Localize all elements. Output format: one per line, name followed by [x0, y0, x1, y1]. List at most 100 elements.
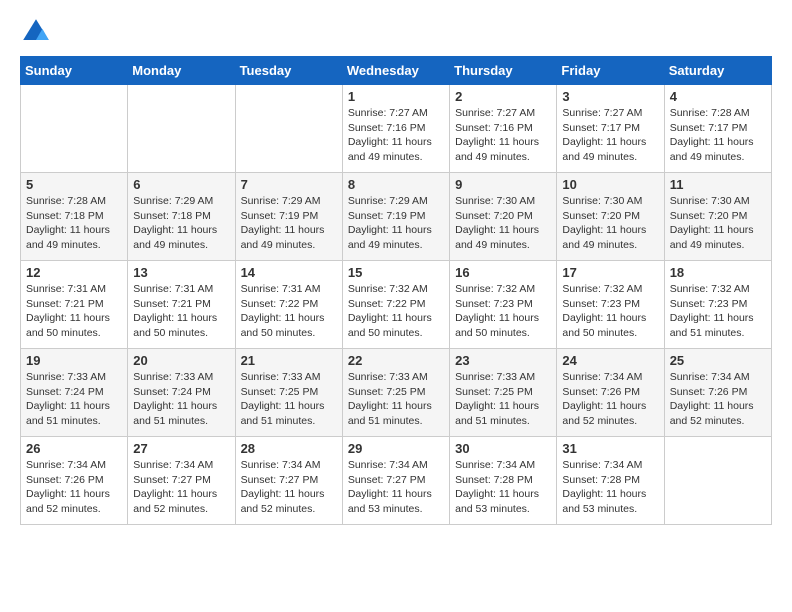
- calendar-cell: 3 Sunrise: 7:27 AM Sunset: 7:17 PM Daylig…: [557, 85, 664, 173]
- calendar-cell: 21 Sunrise: 7:33 AM Sunset: 7:25 PM Dayli…: [235, 349, 342, 437]
- calendar-cell: 10 Sunrise: 7:30 AM Sunset: 7:20 PM Dayli…: [557, 173, 664, 261]
- day-info: Sunrise: 7:31 AM Sunset: 7:21 PM Dayligh…: [26, 282, 122, 341]
- day-info: Sunrise: 7:33 AM Sunset: 7:25 PM Dayligh…: [455, 370, 551, 429]
- calendar-week-row: 1 Sunrise: 7:27 AM Sunset: 7:16 PM Daylig…: [21, 85, 772, 173]
- day-info: Sunrise: 7:34 AM Sunset: 7:26 PM Dayligh…: [670, 370, 766, 429]
- calendar-cell: 5 Sunrise: 7:28 AM Sunset: 7:18 PM Daylig…: [21, 173, 128, 261]
- page-header: [20, 16, 772, 48]
- day-info: Sunrise: 7:32 AM Sunset: 7:23 PM Dayligh…: [670, 282, 766, 341]
- day-info: Sunrise: 7:27 AM Sunset: 7:16 PM Dayligh…: [455, 106, 551, 165]
- day-number: 23: [455, 353, 551, 368]
- day-info: Sunrise: 7:34 AM Sunset: 7:26 PM Dayligh…: [26, 458, 122, 517]
- calendar-cell: 15 Sunrise: 7:32 AM Sunset: 7:22 PM Dayli…: [342, 261, 449, 349]
- calendar-cell: 11 Sunrise: 7:30 AM Sunset: 7:20 PM Dayli…: [664, 173, 771, 261]
- calendar-cell: 6Sunrise: 7:29 AM Sunset: 7:18 PM Daylig…: [128, 173, 235, 261]
- day-info: Sunrise: 7:27 AM Sunset: 7:17 PM Dayligh…: [562, 106, 658, 165]
- day-number: 20: [133, 353, 229, 368]
- day-number: 11: [670, 177, 766, 192]
- calendar-week-row: 26 Sunrise: 7:34 AM Sunset: 7:26 PM Dayli…: [21, 437, 772, 525]
- day-number: 29: [348, 441, 444, 456]
- day-number: 31: [562, 441, 658, 456]
- day-number: 16: [455, 265, 551, 280]
- day-info: Sunrise: 7:34 AM Sunset: 7:27 PM Dayligh…: [241, 458, 337, 517]
- day-info: Sunrise: 7:33 AM Sunset: 7:25 PM Dayligh…: [348, 370, 444, 429]
- day-number: 8: [348, 177, 444, 192]
- calendar-cell: 31 Sunrise: 7:34 AM Sunset: 7:28 PM Dayli…: [557, 437, 664, 525]
- day-number: 19: [26, 353, 122, 368]
- day-info: Sunrise: 7:28 AM Sunset: 7:17 PM Dayligh…: [670, 106, 766, 165]
- calendar-cell: 19 Sunrise: 7:33 AM Sunset: 7:24 PM Dayli…: [21, 349, 128, 437]
- calendar-cell: [235, 85, 342, 173]
- day-number: 10: [562, 177, 658, 192]
- day-number: 12: [26, 265, 122, 280]
- day-info: Sunrise: 7:32 AM Sunset: 7:23 PM Dayligh…: [455, 282, 551, 341]
- calendar-cell: 7Sunrise: 7:29 AM Sunset: 7:19 PM Daylig…: [235, 173, 342, 261]
- day-info: Sunrise: 7:34 AM Sunset: 7:27 PM Dayligh…: [348, 458, 444, 517]
- day-number: 25: [670, 353, 766, 368]
- day-number: 9: [455, 177, 551, 192]
- calendar-cell: 9 Sunrise: 7:30 AM Sunset: 7:20 PM Daylig…: [450, 173, 557, 261]
- day-number: 24: [562, 353, 658, 368]
- day-number: 21: [241, 353, 337, 368]
- day-number: 30: [455, 441, 551, 456]
- calendar-cell: 12 Sunrise: 7:31 AM Sunset: 7:21 PM Dayli…: [21, 261, 128, 349]
- day-info: Sunrise: 7:28 AM Sunset: 7:18 PM Dayligh…: [26, 194, 122, 253]
- day-header-monday: Monday: [128, 57, 235, 85]
- day-info: Sunrise: 7:32 AM Sunset: 7:22 PM Dayligh…: [348, 282, 444, 341]
- day-info: Sunrise: 7:33 AM Sunset: 7:24 PM Dayligh…: [26, 370, 122, 429]
- day-number: 3: [562, 89, 658, 104]
- day-info: Sunrise: 7:34 AM Sunset: 7:28 PM Dayligh…: [562, 458, 658, 517]
- calendar-cell: 13 Sunrise: 7:31 AM Sunset: 7:21 PM Dayli…: [128, 261, 235, 349]
- day-info: Sunrise: 7:34 AM Sunset: 7:26 PM Dayligh…: [562, 370, 658, 429]
- logo-icon: [20, 16, 52, 48]
- calendar-cell: 25 Sunrise: 7:34 AM Sunset: 7:26 PM Dayli…: [664, 349, 771, 437]
- day-number: 14: [241, 265, 337, 280]
- day-info: Sunrise: 7:33 AM Sunset: 7:24 PM Dayligh…: [133, 370, 229, 429]
- calendar-cell: 2Sunrise: 7:27 AM Sunset: 7:16 PM Daylig…: [450, 85, 557, 173]
- day-number: 1: [348, 89, 444, 104]
- calendar-cell: 1Sunrise: 7:27 AM Sunset: 7:16 PM Daylig…: [342, 85, 449, 173]
- calendar-cell: 17 Sunrise: 7:32 AM Sunset: 7:23 PM Dayli…: [557, 261, 664, 349]
- calendar-week-row: 12 Sunrise: 7:31 AM Sunset: 7:21 PM Dayli…: [21, 261, 772, 349]
- day-info: Sunrise: 7:34 AM Sunset: 7:27 PM Dayligh…: [133, 458, 229, 517]
- calendar-cell: 28Sunrise: 7:34 AM Sunset: 7:27 PM Dayli…: [235, 437, 342, 525]
- calendar-header-row: SundayMondayTuesdayWednesdayThursdayFrid…: [21, 57, 772, 85]
- day-info: Sunrise: 7:30 AM Sunset: 7:20 PM Dayligh…: [455, 194, 551, 253]
- day-header-tuesday: Tuesday: [235, 57, 342, 85]
- day-number: 7: [241, 177, 337, 192]
- calendar-cell: 4Sunrise: 7:28 AM Sunset: 7:17 PM Daylig…: [664, 85, 771, 173]
- day-number: 5: [26, 177, 122, 192]
- day-header-thursday: Thursday: [450, 57, 557, 85]
- day-number: 17: [562, 265, 658, 280]
- day-info: Sunrise: 7:30 AM Sunset: 7:20 PM Dayligh…: [562, 194, 658, 253]
- day-info: Sunrise: 7:29 AM Sunset: 7:18 PM Dayligh…: [133, 194, 229, 253]
- day-number: 15: [348, 265, 444, 280]
- calendar-cell: 16 Sunrise: 7:32 AM Sunset: 7:23 PM Dayli…: [450, 261, 557, 349]
- day-info: Sunrise: 7:29 AM Sunset: 7:19 PM Dayligh…: [348, 194, 444, 253]
- day-number: 26: [26, 441, 122, 456]
- day-header-sunday: Sunday: [21, 57, 128, 85]
- calendar-cell: 22Sunrise: 7:33 AM Sunset: 7:25 PM Dayli…: [342, 349, 449, 437]
- day-number: 27: [133, 441, 229, 456]
- calendar-cell: 26 Sunrise: 7:34 AM Sunset: 7:26 PM Dayli…: [21, 437, 128, 525]
- day-info: Sunrise: 7:31 AM Sunset: 7:22 PM Dayligh…: [241, 282, 337, 341]
- calendar-table: SundayMondayTuesdayWednesdayThursdayFrid…: [20, 56, 772, 525]
- day-number: 18: [670, 265, 766, 280]
- day-info: Sunrise: 7:32 AM Sunset: 7:23 PM Dayligh…: [562, 282, 658, 341]
- day-header-saturday: Saturday: [664, 57, 771, 85]
- calendar-cell: [21, 85, 128, 173]
- calendar-cell: 20 Sunrise: 7:33 AM Sunset: 7:24 PM Dayli…: [128, 349, 235, 437]
- logo: [20, 16, 56, 48]
- calendar-cell: 23 Sunrise: 7:33 AM Sunset: 7:25 PM Dayli…: [450, 349, 557, 437]
- day-header-wednesday: Wednesday: [342, 57, 449, 85]
- day-info: Sunrise: 7:34 AM Sunset: 7:28 PM Dayligh…: [455, 458, 551, 517]
- day-info: Sunrise: 7:33 AM Sunset: 7:25 PM Dayligh…: [241, 370, 337, 429]
- calendar-cell: 29 Sunrise: 7:34 AM Sunset: 7:27 PM Dayli…: [342, 437, 449, 525]
- calendar-cell: 8 Sunrise: 7:29 AM Sunset: 7:19 PM Daylig…: [342, 173, 449, 261]
- calendar-cell: [664, 437, 771, 525]
- day-info: Sunrise: 7:30 AM Sunset: 7:20 PM Dayligh…: [670, 194, 766, 253]
- calendar-cell: 14 Sunrise: 7:31 AM Sunset: 7:22 PM Dayli…: [235, 261, 342, 349]
- day-number: 13: [133, 265, 229, 280]
- calendar-cell: 18 Sunrise: 7:32 AM Sunset: 7:23 PM Dayli…: [664, 261, 771, 349]
- day-info: Sunrise: 7:31 AM Sunset: 7:21 PM Dayligh…: [133, 282, 229, 341]
